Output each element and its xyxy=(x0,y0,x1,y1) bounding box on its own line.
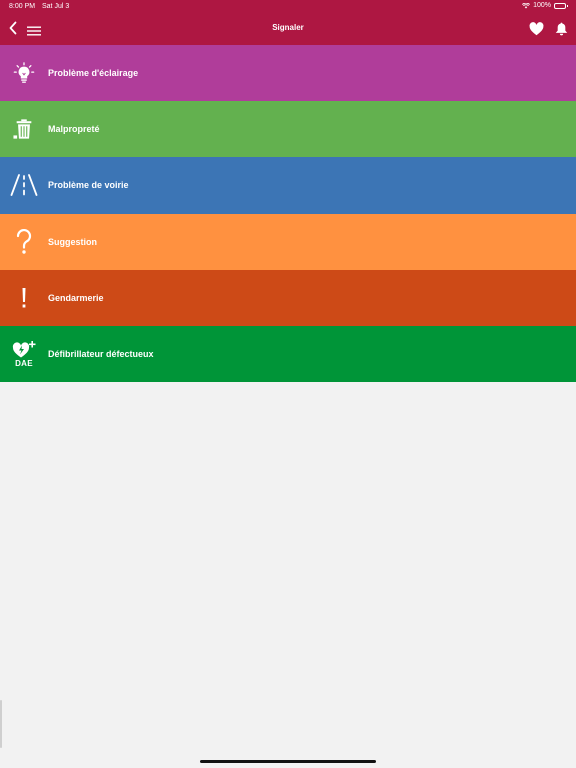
category-label: Gendarmerie xyxy=(48,292,104,303)
bell-icon xyxy=(555,22,568,36)
heart-icon xyxy=(529,22,544,36)
category-defibrillateur[interactable]: DAE Défibrillateur défectueux xyxy=(0,325,576,383)
category-label: Problème d'éclairage xyxy=(48,68,139,79)
dae-label: DAE xyxy=(15,358,33,368)
page-title: Signaler xyxy=(272,23,304,32)
home-indicator[interactable] xyxy=(200,760,376,763)
nav-bar: Signaler xyxy=(0,14,576,45)
status-date: Sat Jul 3 xyxy=(42,3,70,10)
category-list: Problème d'éclairage Malpropreté Problèm… xyxy=(0,45,576,383)
category-label: Suggestion xyxy=(48,236,97,247)
question-mark-icon xyxy=(0,214,48,270)
category-label: Défibrillateur défectueux xyxy=(48,349,154,360)
trash-icon xyxy=(0,101,48,157)
favorites-button[interactable] xyxy=(529,22,544,41)
category-label: Malpropreté xyxy=(48,124,100,135)
edge-handle xyxy=(0,700,2,748)
road-icon xyxy=(0,157,48,213)
exclamation-icon xyxy=(0,270,48,326)
battery-icon xyxy=(554,2,568,9)
app-header: 8:00 PM Sat Jul 3 100% Signaler xyxy=(0,0,576,45)
status-time: 8:00 PM xyxy=(9,3,36,10)
category-malproprete[interactable]: Malpropreté xyxy=(0,101,576,158)
defibrillator-icon: DAE xyxy=(0,326,48,382)
category-suggestion[interactable]: Suggestion xyxy=(0,213,576,270)
category-gendarmerie[interactable]: Gendarmerie xyxy=(0,269,576,326)
status-bar: 8:00 PM Sat Jul 3 100% xyxy=(0,0,576,14)
battery-percent: 100% xyxy=(533,2,551,9)
category-label: Problème de voirie xyxy=(48,180,129,191)
category-eclairage[interactable]: Problème d'éclairage xyxy=(0,45,576,102)
category-voirie[interactable]: Problème de voirie xyxy=(0,157,576,214)
wifi-icon xyxy=(522,2,531,8)
lightbulb-icon xyxy=(0,45,48,101)
status-indicators: 100% xyxy=(522,2,568,9)
notifications-button[interactable] xyxy=(555,22,568,41)
